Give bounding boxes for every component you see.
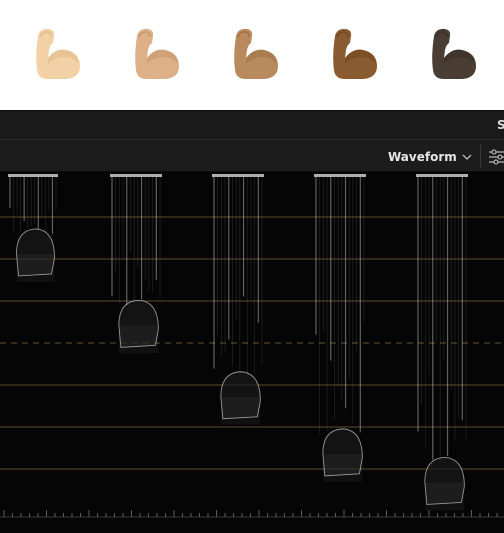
toolbar-divider bbox=[480, 145, 481, 167]
waveform-scope bbox=[0, 172, 504, 533]
scope-mode-dropdown[interactable]: Waveform bbox=[388, 148, 472, 165]
flexed-biceps-medium-icon bbox=[234, 28, 278, 79]
flexed-biceps-medium-light-icon bbox=[135, 28, 179, 79]
scope-toolbar: Waveform bbox=[0, 139, 504, 172]
panel-title-bar: S bbox=[0, 110, 504, 139]
flexed-biceps-light-icon bbox=[36, 28, 80, 79]
image-viewer bbox=[0, 0, 504, 110]
panel-title: S bbox=[497, 118, 504, 132]
flexed-biceps-dark-icon bbox=[432, 28, 476, 79]
flexed-biceps-medium-dark-icon bbox=[333, 28, 377, 79]
chevron-down-icon bbox=[462, 154, 472, 160]
scope-mode-label: Waveform bbox=[388, 149, 457, 164]
sliders-settings-icon[interactable] bbox=[487, 147, 504, 167]
